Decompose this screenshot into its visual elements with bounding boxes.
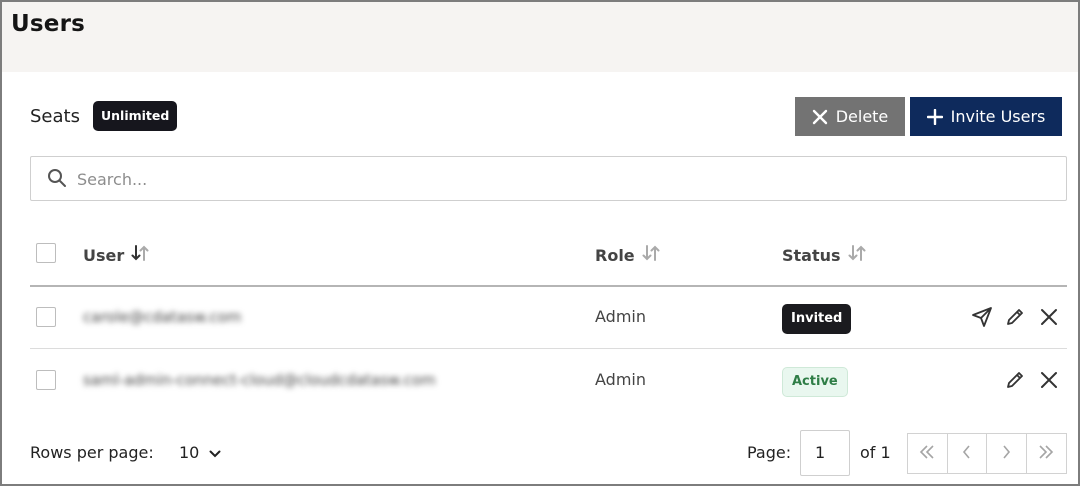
delete-button[interactable]: Delete (795, 97, 905, 136)
send-icon[interactable] (971, 306, 993, 332)
page-count-label: of 1 (860, 443, 891, 462)
invite-users-button-label: Invite Users (950, 107, 1046, 126)
chevron-down-icon (209, 443, 221, 462)
seats-label: Seats (30, 106, 80, 127)
row-checkbox[interactable] (36, 370, 56, 390)
first-page-button[interactable] (908, 434, 948, 473)
select-all-checkbox[interactable] (36, 243, 56, 263)
edit-icon[interactable] (1005, 370, 1025, 394)
rows-per-page-label: Rows per page: (30, 443, 154, 462)
next-page-button[interactable] (987, 434, 1027, 473)
table-row-divider (30, 348, 1067, 349)
user-email: saml-admin-connect-cloud@cloudcdatasw.co… (83, 371, 436, 389)
search-box[interactable] (30, 156, 1067, 201)
app-frame: Users Seats Unlimited Delete Invite User… (0, 0, 1080, 486)
sort-desc-icon[interactable] (130, 243, 150, 267)
row-checkbox[interactable] (36, 307, 56, 327)
user-role: Admin (595, 307, 646, 326)
search-input[interactable] (75, 163, 1055, 195)
column-header-label: Status (782, 245, 841, 265)
column-header-label: User (83, 245, 125, 265)
column-header-user[interactable]: User (83, 243, 150, 267)
page-title: Users (11, 11, 85, 37)
last-page-button[interactable] (1027, 434, 1066, 473)
page-label: Page: (747, 443, 792, 462)
invite-users-button[interactable]: Invite Users (910, 97, 1062, 136)
search-icon (47, 168, 67, 192)
close-icon[interactable] (1039, 307, 1059, 331)
prev-page-button[interactable] (948, 434, 987, 473)
table-header-divider (30, 285, 1067, 287)
close-icon[interactable] (1039, 370, 1059, 394)
rows-per-page-value: 10 (179, 443, 200, 462)
close-icon (812, 109, 828, 125)
page-header: Users (2, 2, 1078, 72)
sort-icon[interactable] (641, 243, 661, 267)
double-chevron-left-icon (919, 443, 935, 464)
column-header-status[interactable]: Status (782, 243, 867, 267)
page-number-input[interactable]: 1 (800, 430, 850, 476)
status-badge: Invited (782, 304, 852, 334)
delete-button-label: Delete (835, 107, 889, 126)
pagination-controls (907, 433, 1067, 474)
double-chevron-right-icon (1038, 443, 1054, 464)
column-header-label: Role (595, 245, 635, 265)
seats-badge: Unlimited (93, 101, 178, 131)
column-header-role[interactable]: Role (595, 243, 661, 267)
edit-icon[interactable] (1005, 307, 1025, 331)
user-email: carole@cdatasw.com (83, 308, 242, 326)
status-badge: Active (782, 367, 848, 397)
rows-per-page-select[interactable]: 10 (179, 443, 221, 462)
user-role: Admin (595, 370, 646, 389)
sort-icon[interactable] (847, 243, 867, 267)
chevron-right-icon (1001, 443, 1011, 464)
plus-icon (926, 108, 943, 125)
chevron-left-icon (962, 443, 972, 464)
